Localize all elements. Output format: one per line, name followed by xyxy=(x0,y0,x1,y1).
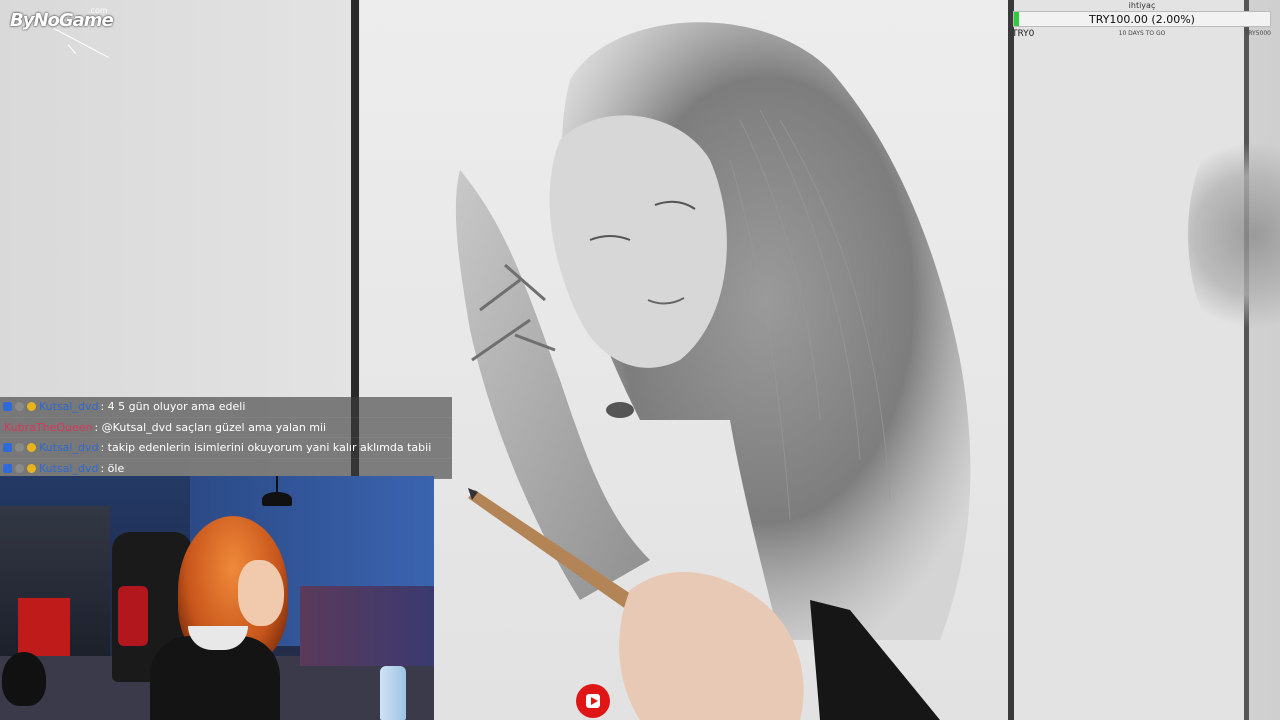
board-edge-far xyxy=(1244,0,1249,720)
chat-text: : öle xyxy=(100,461,125,475)
chat-username: Kutsal_dvd xyxy=(39,441,99,455)
gold-coin-badge-icon xyxy=(27,402,36,412)
webcam-feed xyxy=(0,476,434,720)
pencil-portrait-drawing xyxy=(455,22,971,720)
adjacent-paper xyxy=(1014,0,1244,720)
webcam-water-bottle xyxy=(380,666,406,720)
verified-badge-icon xyxy=(15,463,24,473)
webcam-streamer-face xyxy=(238,560,284,626)
goal-title: ihtiyaç xyxy=(1128,1,1156,10)
chat-overlay: Kutsal_dvd : 4 5 gün oluyor ama edeli Ku… xyxy=(0,397,452,479)
prime-badge-icon xyxy=(3,463,12,473)
stream-scene: ByNoGame .com ihtiyaç TRY100.00 (2.00%) … xyxy=(0,0,1280,720)
chat-text: : @Kutsal_dvd saçları güzel ama yalan mi… xyxy=(94,420,327,434)
webcam-penguin-plush xyxy=(2,652,46,706)
gold-coin-badge-icon xyxy=(27,443,36,453)
logo-suffix: .com xyxy=(88,6,108,15)
verified-badge-icon xyxy=(15,402,24,412)
webcam-lamp xyxy=(262,492,292,506)
face-shape xyxy=(549,115,727,368)
chat-username: KubraTheQueen xyxy=(4,420,93,434)
chat-username: Kutsal_dvd xyxy=(39,461,99,475)
chat-username: Kutsal_dvd xyxy=(39,400,99,414)
gold-coin-badge-icon xyxy=(27,463,36,473)
goal-days-label: 10 DAYS TO GO xyxy=(1118,30,1166,37)
goal-end-label: TRY5000 xyxy=(1244,30,1271,37)
chat-message: Kutsal_dvd : takip edenlerin isimlerini … xyxy=(0,438,452,459)
webcam-shelf xyxy=(300,586,434,666)
goal-amount: TRY100.00 (2.00%) xyxy=(1089,13,1195,26)
dragon-eye xyxy=(606,402,634,418)
donation-goal-widget: ihtiyaç TRY100.00 (2.00%) TRY0 10 DAYS T… xyxy=(1011,0,1273,40)
chat-message: KubraTheQueen : @Kutsal_dvd saçları güze… xyxy=(0,417,452,438)
youtube-icon xyxy=(576,684,612,718)
chat-text: : takip edenlerin isimlerini okuyorum ya… xyxy=(100,441,432,455)
prime-badge-icon xyxy=(3,402,12,412)
prime-badge-icon xyxy=(3,443,12,453)
chat-text: : 4 5 gün oluyor ama edeli xyxy=(100,400,246,414)
webcam-chair-accent xyxy=(118,586,148,646)
chat-message: Kutsal_dvd : 4 5 gün oluyor ama edeli xyxy=(0,397,452,418)
verified-badge-icon xyxy=(15,443,24,453)
youtube-icon-play xyxy=(591,697,598,705)
goal-progress-bar: TRY100.00 (2.00%) xyxy=(1013,11,1271,27)
bynogame-logo: ByNoGame .com xyxy=(10,6,114,59)
